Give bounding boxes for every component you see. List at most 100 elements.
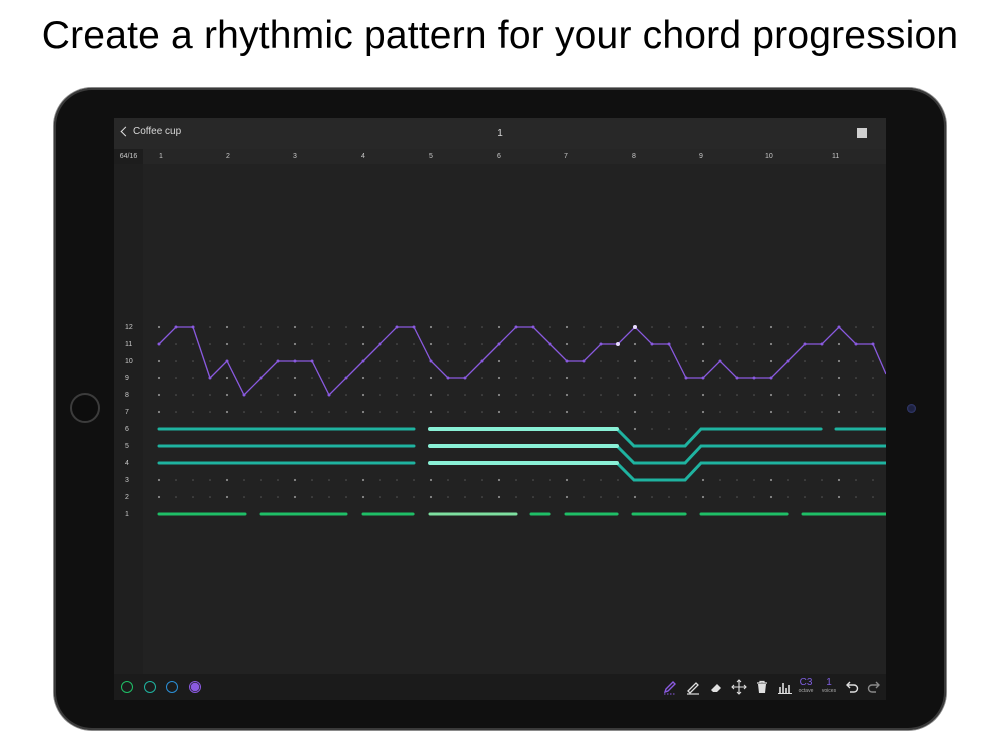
grid-dot [243,326,245,328]
melody-note[interactable] [225,359,229,363]
octave-label: octave [798,688,814,694]
grid-dot [345,326,347,328]
melody-note[interactable] [446,376,450,380]
brush-icon[interactable] [685,679,701,695]
melody-note[interactable] [820,342,824,346]
layer-chords-button[interactable] [144,681,156,693]
melody-note[interactable] [514,325,518,329]
melody-note[interactable] [871,342,875,346]
grid-dot [464,394,466,396]
grid-dot [293,393,297,397]
octave-selector[interactable]: C3 octave [795,678,817,695]
pattern-title: 1 [497,128,503,139]
melody-note[interactable] [242,393,246,397]
melody-note[interactable] [684,376,688,380]
grid-dot [225,325,229,329]
grid-dot [701,359,705,363]
melody-note[interactable] [803,342,807,346]
melody-note[interactable] [718,359,722,363]
melody-note[interactable] [463,376,467,380]
timeline-ruler[interactable]: 64/16 1 2 3 4 5 6 7 8 9 10 11 [114,149,886,164]
melody-note[interactable] [497,342,501,346]
melody-note[interactable] [378,342,382,346]
undo-icon[interactable] [844,679,860,695]
grid-dot [769,495,773,499]
melody-note[interactable] [327,393,331,397]
pencil-icon[interactable] [662,679,678,695]
move-icon[interactable] [731,679,747,695]
grid-dot [515,343,517,345]
melody-note[interactable] [531,325,535,329]
grid-dot [685,394,687,396]
melody-note[interactable] [565,359,569,363]
redo-icon[interactable] [866,679,882,695]
melody-note[interactable] [548,342,552,346]
grid-dot [293,478,297,482]
melody-note[interactable] [157,342,161,346]
eraser-icon[interactable] [708,679,724,695]
melody-note[interactable] [208,376,212,380]
melody-note[interactable] [395,325,399,329]
grid-dot [617,496,619,498]
grid-dot [668,428,670,430]
melody-note[interactable] [582,359,586,363]
row-label: 8 [125,392,129,399]
melody-note[interactable] [837,325,841,329]
melody-note[interactable] [769,376,773,380]
grid-dot [192,360,194,362]
stop-button[interactable] [857,128,867,138]
melody-note[interactable] [599,342,603,346]
melody-note[interactable] [633,325,637,329]
grid-dot [396,496,398,498]
grid-dot [753,411,755,413]
trash-icon[interactable] [754,679,770,695]
melody-note[interactable] [735,376,739,380]
melody-note[interactable] [667,342,671,346]
melody-note[interactable] [752,376,756,380]
grid-dot [685,360,687,362]
grid-dot [855,394,857,396]
grid-dot [311,479,313,481]
bar-number: 10 [765,153,773,160]
melody-note[interactable] [650,342,654,346]
melody-note[interactable] [259,376,263,380]
grid-dot [429,325,433,329]
grid-dot [277,479,279,481]
layer-bass-button[interactable] [121,681,133,693]
melody-note[interactable] [174,325,178,329]
melody-note[interactable] [276,359,280,363]
melody-note[interactable] [361,359,365,363]
grid-dot [481,343,483,345]
melody-note[interactable] [412,325,416,329]
melody-note[interactable] [310,359,314,363]
melody-note[interactable] [616,342,620,346]
grid-dot [209,394,211,396]
grid-dot [464,411,466,413]
layer-arp-button[interactable] [166,681,178,693]
bar-number: 6 [497,153,501,160]
grid-dot [855,377,857,379]
melody-note[interactable] [293,359,297,363]
velocity-icon[interactable] [777,679,793,695]
melody-note[interactable] [344,376,348,380]
grid-dot [872,377,874,379]
layer-melody-button[interactable] [189,681,201,693]
pattern-grid[interactable]: 12 11 10 9 8 7 6 5 4 3 2 1 [114,164,886,674]
melody-note[interactable] [786,359,790,363]
grid-dot [565,410,569,414]
melody-note[interactable] [480,359,484,363]
grid-dot [413,394,415,396]
voices-selector[interactable]: 1 voices [818,678,840,695]
melody-note[interactable] [429,359,433,363]
grid-dot [668,360,670,362]
chord-lines[interactable] [157,427,886,482]
melody-note[interactable] [701,376,705,380]
grid-dot [429,495,433,499]
bar-number: 11 [832,153,840,160]
grid-dot [447,496,449,498]
pattern-length[interactable]: 64/16 [114,149,143,164]
melody-note[interactable] [191,325,195,329]
melody-note[interactable] [854,342,858,346]
grid-dot [872,394,874,396]
melody-line[interactable] [157,325,887,397]
